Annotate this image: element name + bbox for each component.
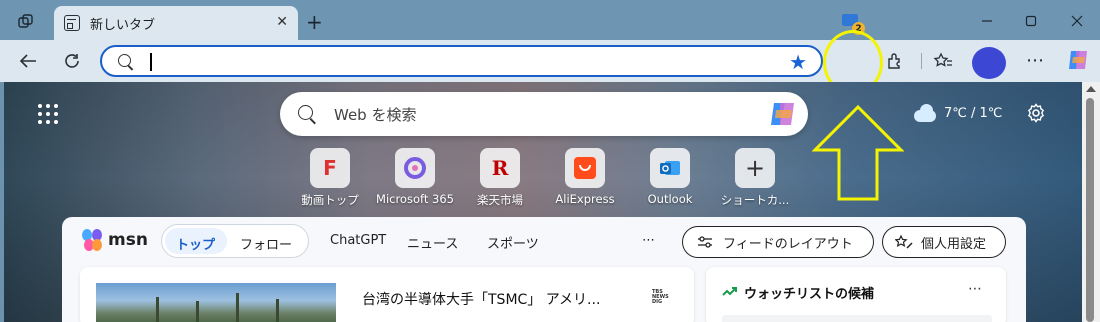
nav-sports[interactable]: スポーツ <box>487 233 539 252</box>
apps-launcher-icon[interactable] <box>38 104 58 124</box>
nav-chatgpt[interactable]: ChatGPT <box>330 233 386 248</box>
refresh-button[interactable] <box>60 49 84 73</box>
feed-layout-button[interactable]: フィードのレイアウト <box>682 226 874 258</box>
minimize-icon[interactable] <box>964 6 1010 36</box>
plus-icon: + <box>735 148 775 188</box>
nav-more[interactable]: ⋯ <box>642 233 655 248</box>
toolbar-divider <box>921 53 922 69</box>
new-tab-icon <box>64 15 80 31</box>
f-logo-icon: F <box>310 148 350 188</box>
aliexpress-icon <box>565 148 605 188</box>
feed-tab-group: トップ フォロー <box>161 224 309 258</box>
watchlist-row[interactable] <box>722 315 992 322</box>
feed-layout-label: フィードのレイアウト <box>723 236 853 252</box>
address-bar[interactable]: ★ <box>100 45 823 77</box>
title-bar: 新しいタブ ✕ + <box>0 0 1100 40</box>
shortcut-douga-top[interactable]: F 動画トップ <box>288 148 372 208</box>
gear-icon[interactable] <box>1026 103 1046 128</box>
shortcut-label: AliExpress <box>555 192 615 206</box>
cloud-icon <box>912 104 938 122</box>
shortcut-label: 動画トップ <box>301 193 359 207</box>
personalize-label: 個人用設定 <box>921 236 987 252</box>
copilot-icon[interactable] <box>768 99 798 129</box>
watchlist-more-icon[interactable]: ⋯ <box>968 281 982 297</box>
sliders-icon <box>698 236 712 248</box>
close-tab-icon[interactable]: ✕ <box>276 14 288 30</box>
more-menu-icon[interactable]: ⋯ <box>1026 50 1045 71</box>
copilot-icon[interactable] <box>1066 48 1090 72</box>
shortcut-add[interactable]: + ショートカ... <box>713 148 797 208</box>
search-icon <box>298 105 313 120</box>
nav-news[interactable]: ニュース <box>407 233 458 252</box>
shortcut-label: Outlook <box>647 192 693 206</box>
shortcut-outlook[interactable]: Outlook <box>628 148 712 206</box>
tab-top[interactable]: トップ <box>176 234 215 253</box>
new-tab-button[interactable]: + <box>306 10 323 34</box>
shortcut-label: ショートカ... <box>720 193 790 207</box>
favorites-icon[interactable] <box>930 48 956 74</box>
news-card[interactable]: 台湾の半導体大手「TSMC」 アメリ... TBS NEWS DIG <box>80 267 694 322</box>
web-search-placeholder: Web を検索 <box>334 106 417 124</box>
tab-title: 新しいタブ <box>90 17 156 33</box>
news-thumbnail <box>96 283 336 322</box>
pen-star-icon <box>895 234 913 249</box>
shortcut-label: Microsoft 365 <box>376 192 454 206</box>
msn-logo-text: msn <box>108 230 148 250</box>
maximize-icon[interactable] <box>1008 6 1054 36</box>
workspaces-icon[interactable] <box>16 12 36 32</box>
favorite-star-icon[interactable]: ★ <box>789 50 807 74</box>
rakuten-r-icon: R <box>480 148 520 188</box>
scroll-up-icon[interactable] <box>1086 86 1096 92</box>
shortcut-aliexpress[interactable]: AliExpress <box>543 148 627 206</box>
close-icon[interactable] <box>1054 6 1100 36</box>
weather-widget[interactable]: 7℃ / 1℃ <box>912 104 1002 122</box>
msn-feed-panel: msn トップ フォロー ChatGPT ニュース スポーツ ⋯ フィードのレイ… <box>62 217 1026 322</box>
extensions-icon[interactable] <box>882 48 908 74</box>
back-button[interactable] <box>16 49 40 73</box>
trend-up-icon <box>722 285 738 300</box>
tab-new-tab[interactable]: 新しいタブ ✕ <box>54 6 298 40</box>
msn-butterfly-icon <box>82 229 104 251</box>
scroll-thumb[interactable] <box>1086 98 1094 322</box>
watchlist-card: ウォッチリストの候補 ⋯ <box>706 267 1006 322</box>
weather-temperature: 7℃ / 1℃ <box>944 105 1003 121</box>
watchlist-title: ウォッチリストの候補 <box>744 287 875 302</box>
text-caret <box>150 53 152 71</box>
shortcut-label: 楽天市場 <box>477 193 523 207</box>
search-icon <box>118 54 131 67</box>
shortcut-rakuten[interactable]: R 楽天市場 <box>458 148 542 208</box>
shortcut-microsoft-365[interactable]: Microsoft 365 <box>373 148 457 206</box>
msn-logo[interactable]: msn <box>82 229 148 251</box>
web-search-box[interactable]: Web を検索 <box>280 92 808 136</box>
address-input[interactable] <box>154 51 774 73</box>
personalize-button[interactable]: 個人用設定 <box>882 226 1006 258</box>
tab-follow[interactable]: フォロー <box>240 234 292 253</box>
news-source-logo: TBS NEWS DIG <box>652 289 669 305</box>
outlook-icon <box>650 148 690 188</box>
news-headline[interactable]: 台湾の半導体大手「TSMC」 アメリ... <box>362 289 600 309</box>
m365-icon <box>395 148 435 188</box>
profile-avatar[interactable] <box>972 47 1006 79</box>
annotation-arrow <box>812 104 904 201</box>
